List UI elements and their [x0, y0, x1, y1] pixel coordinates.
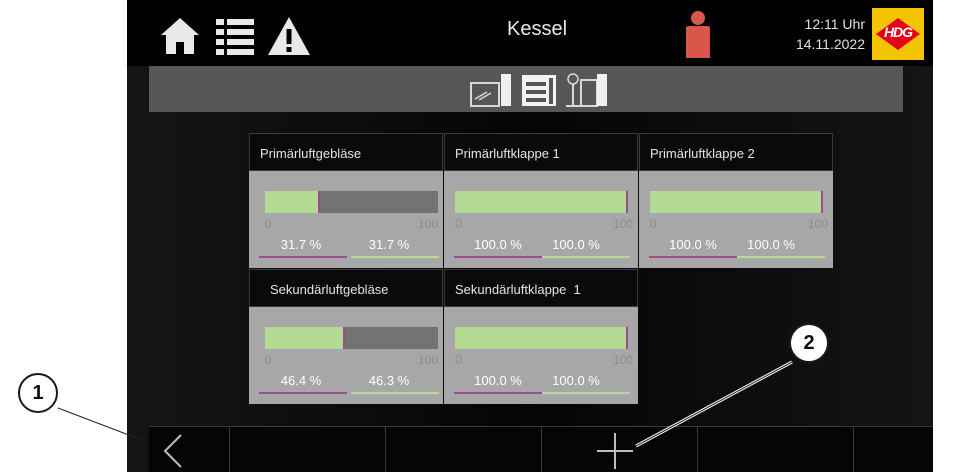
leader-line-1: [57, 407, 143, 441]
callout-1: 1: [18, 373, 58, 413]
callout-leaders: [57, 360, 793, 448]
callout-2: 2: [789, 323, 829, 363]
leader-line-2: [635, 361, 793, 447]
